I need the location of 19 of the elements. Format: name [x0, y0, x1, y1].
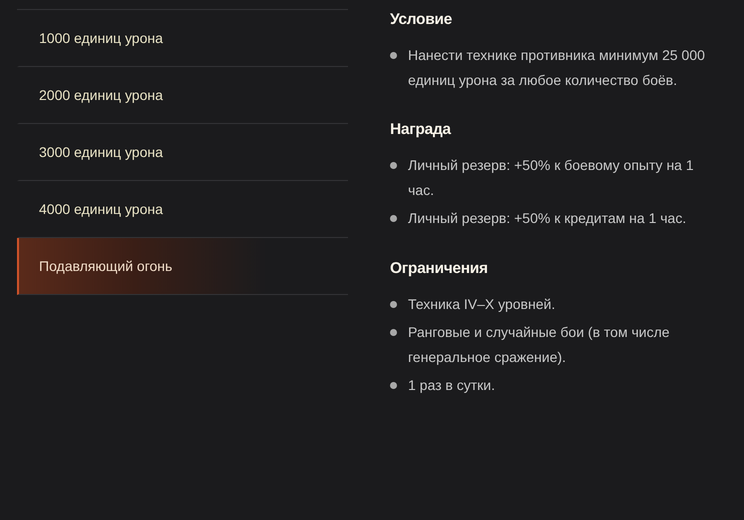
section-title: Условие: [390, 11, 453, 29]
bullet-icon: [390, 300, 397, 308]
list-text: Ранговые и случайные бои (в том числе генеральное сражение).: [408, 323, 671, 367]
menu-item[interactable]: 1000 единиц урона: [17, 10, 348, 67]
list-text: Нанести технике противника минимум 25 000 единиц урона за любое количество боёв.: [408, 46, 706, 90]
list-text: 1 раз в сутки.: [408, 376, 496, 395]
section-title: Награда: [390, 121, 452, 139]
menu-item[interactable]: 2000 единиц урона: [17, 67, 348, 124]
bullet-icon: [390, 162, 397, 169]
menu-item[interactable]: Подавляющий огонь: [17, 238, 348, 295]
bullet-icon: [390, 52, 397, 59]
section-title: Ограничения: [390, 260, 489, 278]
bullet-icon: [390, 215, 397, 222]
bullet-icon: [390, 329, 397, 336]
list-text: Личный резерв: +50% к боевому опыту на 1 час.: [408, 156, 695, 200]
bullet-icon: [390, 382, 397, 389]
list-text: Личный резерв: +50% к кредитам на 1 час.: [408, 209, 688, 228]
menu-item[interactable]: 3000 единиц урона: [17, 124, 348, 181]
list-text: Техника IV–X уровней.: [408, 294, 556, 314]
